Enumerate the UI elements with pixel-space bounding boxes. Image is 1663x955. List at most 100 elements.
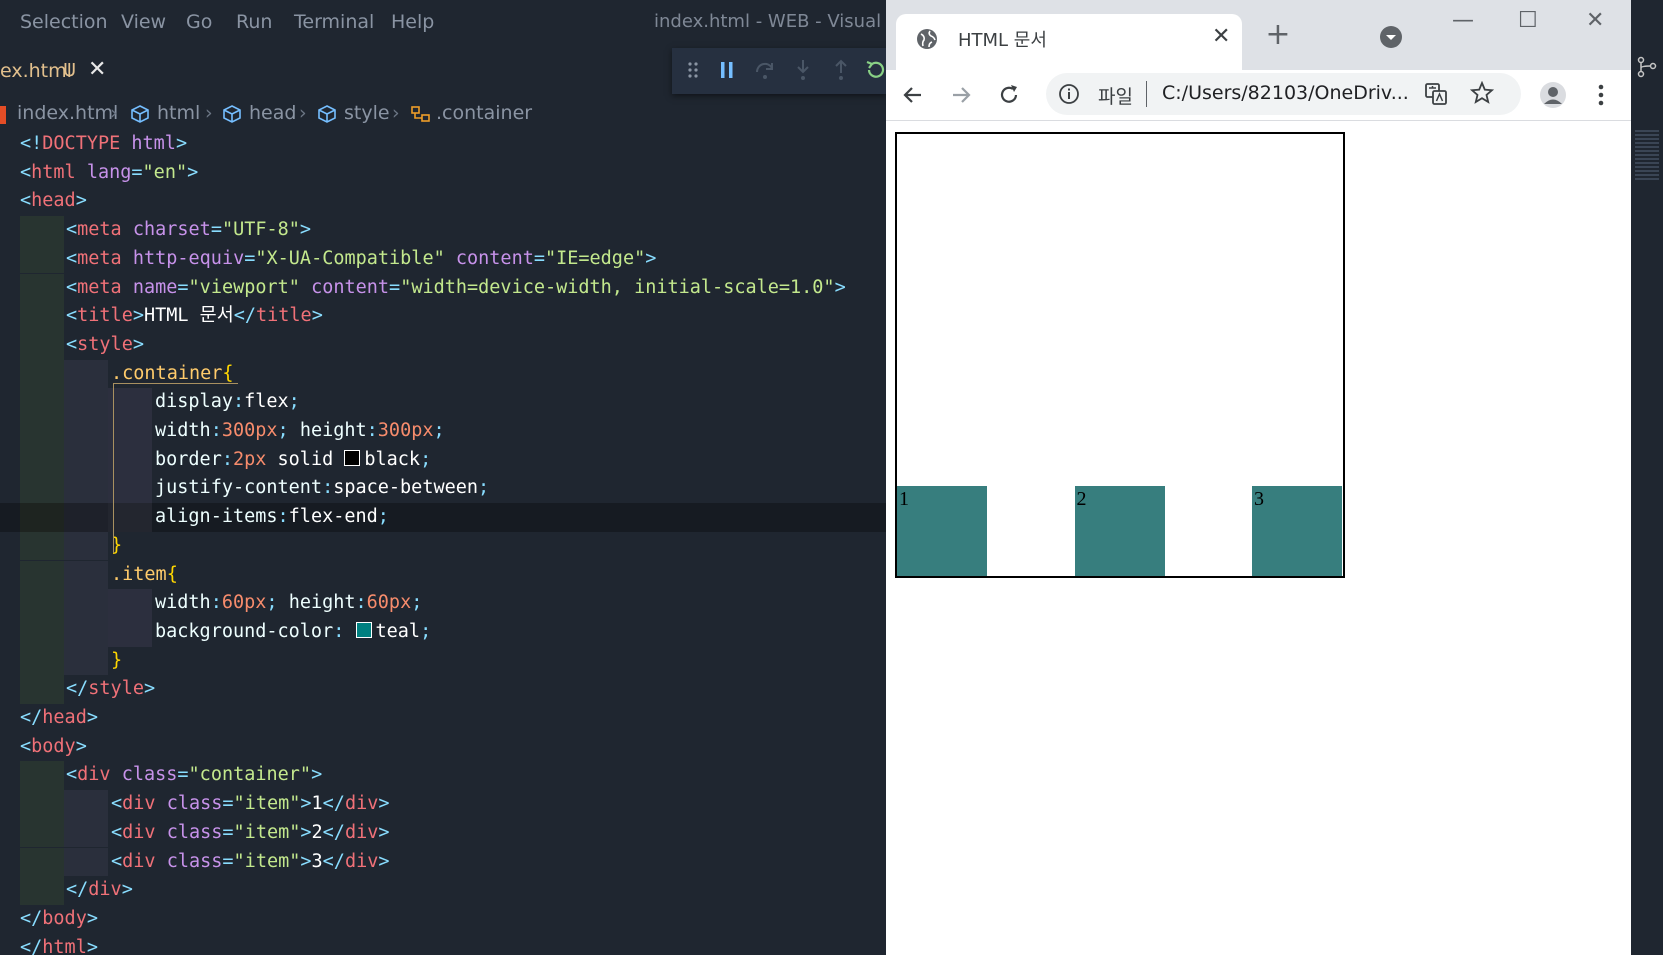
code-line: .item{ [0, 560, 886, 590]
bracket-guide [113, 383, 238, 385]
code-line: <body> [20, 735, 87, 757]
flex-item-3: 3 [1252, 486, 1342, 576]
step-out-icon[interactable] [828, 57, 854, 83]
breadcrumb-chevron-icon: › [205, 102, 213, 124]
breadcrumb-head[interactable]: head [249, 102, 296, 124]
code-line: <div class="item">3</div> [0, 847, 886, 877]
code-line: <div class="item">1</div> [0, 790, 886, 819]
maximize-icon[interactable]: ☐ [1518, 8, 1538, 33]
restart-icon[interactable] [862, 57, 886, 83]
step-over-icon[interactable] [752, 57, 778, 83]
cube-icon [222, 105, 242, 128]
chrome-window: HTML 문서 ✕ + — ☐ ✕ 파일 C:/Users/82103/OneD… [886, 0, 1631, 955]
minimize-icon[interactable]: — [1452, 8, 1474, 33]
forward-icon[interactable] [946, 80, 976, 110]
editor-tab-index-html[interactable]: ex.html U ✕ [0, 44, 120, 98]
reload-icon[interactable] [994, 80, 1024, 110]
color-swatch-teal[interactable] [355, 621, 372, 638]
chrome-tab-close-icon[interactable]: ✕ [1212, 24, 1230, 49]
tab-untracked-badge: U [63, 60, 77, 81]
info-icon[interactable] [1058, 83, 1080, 109]
more-menu-icon[interactable] [1586, 80, 1616, 110]
breadcrumb-chevron-icon: › [299, 102, 307, 124]
pause-icon[interactable] [714, 57, 740, 83]
item-label: 2 [1076, 488, 1087, 510]
code-line: <meta charset="UTF-8"> [0, 216, 886, 245]
code-line: width:60px; height:60px; [0, 589, 886, 618]
item-label: 1 [899, 488, 909, 510]
breadcrumb: index.html › html › head › style › .cont… [0, 100, 886, 130]
code-line: background-color: teal; [0, 617, 886, 647]
code-line: </div> [0, 876, 886, 905]
code-line: <style> [0, 330, 886, 360]
address-bar[interactable]: 파일 C:/Users/82103/OneDriv... [1046, 73, 1521, 115]
code-line: <title>HTML 문서</title> [0, 302, 886, 331]
profile-avatar-icon[interactable] [1538, 80, 1568, 110]
tab-filename: ex.html [0, 60, 72, 82]
step-into-icon[interactable] [790, 57, 816, 83]
breadcrumb-style[interactable]: style [344, 102, 390, 124]
bracket-guide [113, 383, 115, 553]
code-line: </style> [0, 675, 886, 704]
back-icon[interactable] [898, 80, 928, 110]
breadcrumb-html[interactable]: html [157, 102, 200, 124]
breadcrumb-chevron-icon: › [110, 102, 118, 124]
drag-handle-icon[interactable] [680, 57, 706, 83]
flex-item-1: 1 [897, 486, 987, 576]
menu-bar: Selection View Go Run Terminal Help inde… [0, 0, 886, 44]
translate-icon[interactable] [1424, 82, 1448, 110]
window-title: index.html - WEB - Visual Stu [654, 11, 886, 32]
menu-help[interactable]: Help [391, 11, 434, 33]
code-line: } [0, 531, 886, 561]
vscode-window: Selection View Go Run Terminal Help inde… [0, 0, 886, 955]
bookmark-star-icon[interactable] [1469, 80, 1495, 109]
cube-icon [317, 105, 337, 128]
breadcrumb-container[interactable]: .container [436, 102, 532, 124]
flex-item-2: 2 [1074, 486, 1165, 576]
code-line: <div class="container"> [0, 761, 886, 791]
code-line: <html lang="en"> [20, 161, 199, 183]
menu-go[interactable]: Go [186, 11, 212, 33]
tab-close-icon[interactable]: ✕ [88, 57, 106, 82]
code-line: width:300px; height:300px; [0, 417, 886, 446]
vscode-minimap-edge [1631, 0, 1663, 955]
chrome-tab-strip: HTML 문서 ✕ + — ☐ ✕ [886, 0, 1631, 70]
new-tab-button[interactable]: + [1262, 20, 1294, 52]
html-file-icon [0, 106, 6, 124]
chrome-tab-title: HTML 문서 [958, 30, 1047, 51]
globe-icon [916, 28, 938, 54]
code-line: justify-content:space-between; [0, 474, 886, 504]
class-selector-icon [410, 105, 432, 128]
breadcrumb-chevron-icon: › [392, 102, 400, 124]
source-control-icon[interactable] [1636, 56, 1658, 82]
code-line: <meta http-equiv="X-UA-Compatible" conte… [0, 244, 886, 274]
code-line: </html> [20, 936, 98, 955]
breadcrumb-file[interactable]: index.html [17, 102, 118, 124]
chrome-toolbar: 파일 C:/Users/82103/OneDriv... [886, 70, 1631, 121]
code-line: } [0, 646, 886, 676]
code-line: </head> [20, 707, 98, 728]
cube-icon [130, 105, 150, 128]
color-swatch-black[interactable] [344, 449, 361, 466]
scheme-label: 파일 [1098, 86, 1133, 108]
code-line-current: align-items:flex-end; [0, 503, 886, 532]
code-line: <div class="item">2</div> [0, 818, 886, 848]
debug-toolbar [672, 48, 886, 94]
code-line: <!DOCTYPE html> [20, 133, 188, 154]
menu-selection[interactable]: Selection [20, 11, 108, 33]
minimap[interactable] [1635, 130, 1659, 180]
omnibox-divider [1146, 81, 1147, 107]
flex-container: 1 2 3 [895, 132, 1345, 578]
code-line: border:2px solid black; [0, 445, 886, 475]
tab-search-icon[interactable] [1380, 26, 1402, 48]
code-line: display:flex; [0, 388, 886, 417]
window-close-icon[interactable]: ✕ [1586, 8, 1604, 33]
code-line: </body> [20, 907, 98, 929]
chrome-tab[interactable]: HTML 문서 ✕ [896, 14, 1242, 70]
menu-terminal[interactable]: Terminal [294, 11, 374, 33]
page-viewport: 1 2 3 [886, 121, 1631, 955]
menu-run[interactable]: Run [236, 11, 272, 33]
code-line: <meta name="viewport" content="width=dev… [0, 273, 886, 303]
menu-view[interactable]: View [121, 11, 166, 33]
url-text[interactable]: C:/Users/82103/OneDriv... [1162, 82, 1409, 104]
